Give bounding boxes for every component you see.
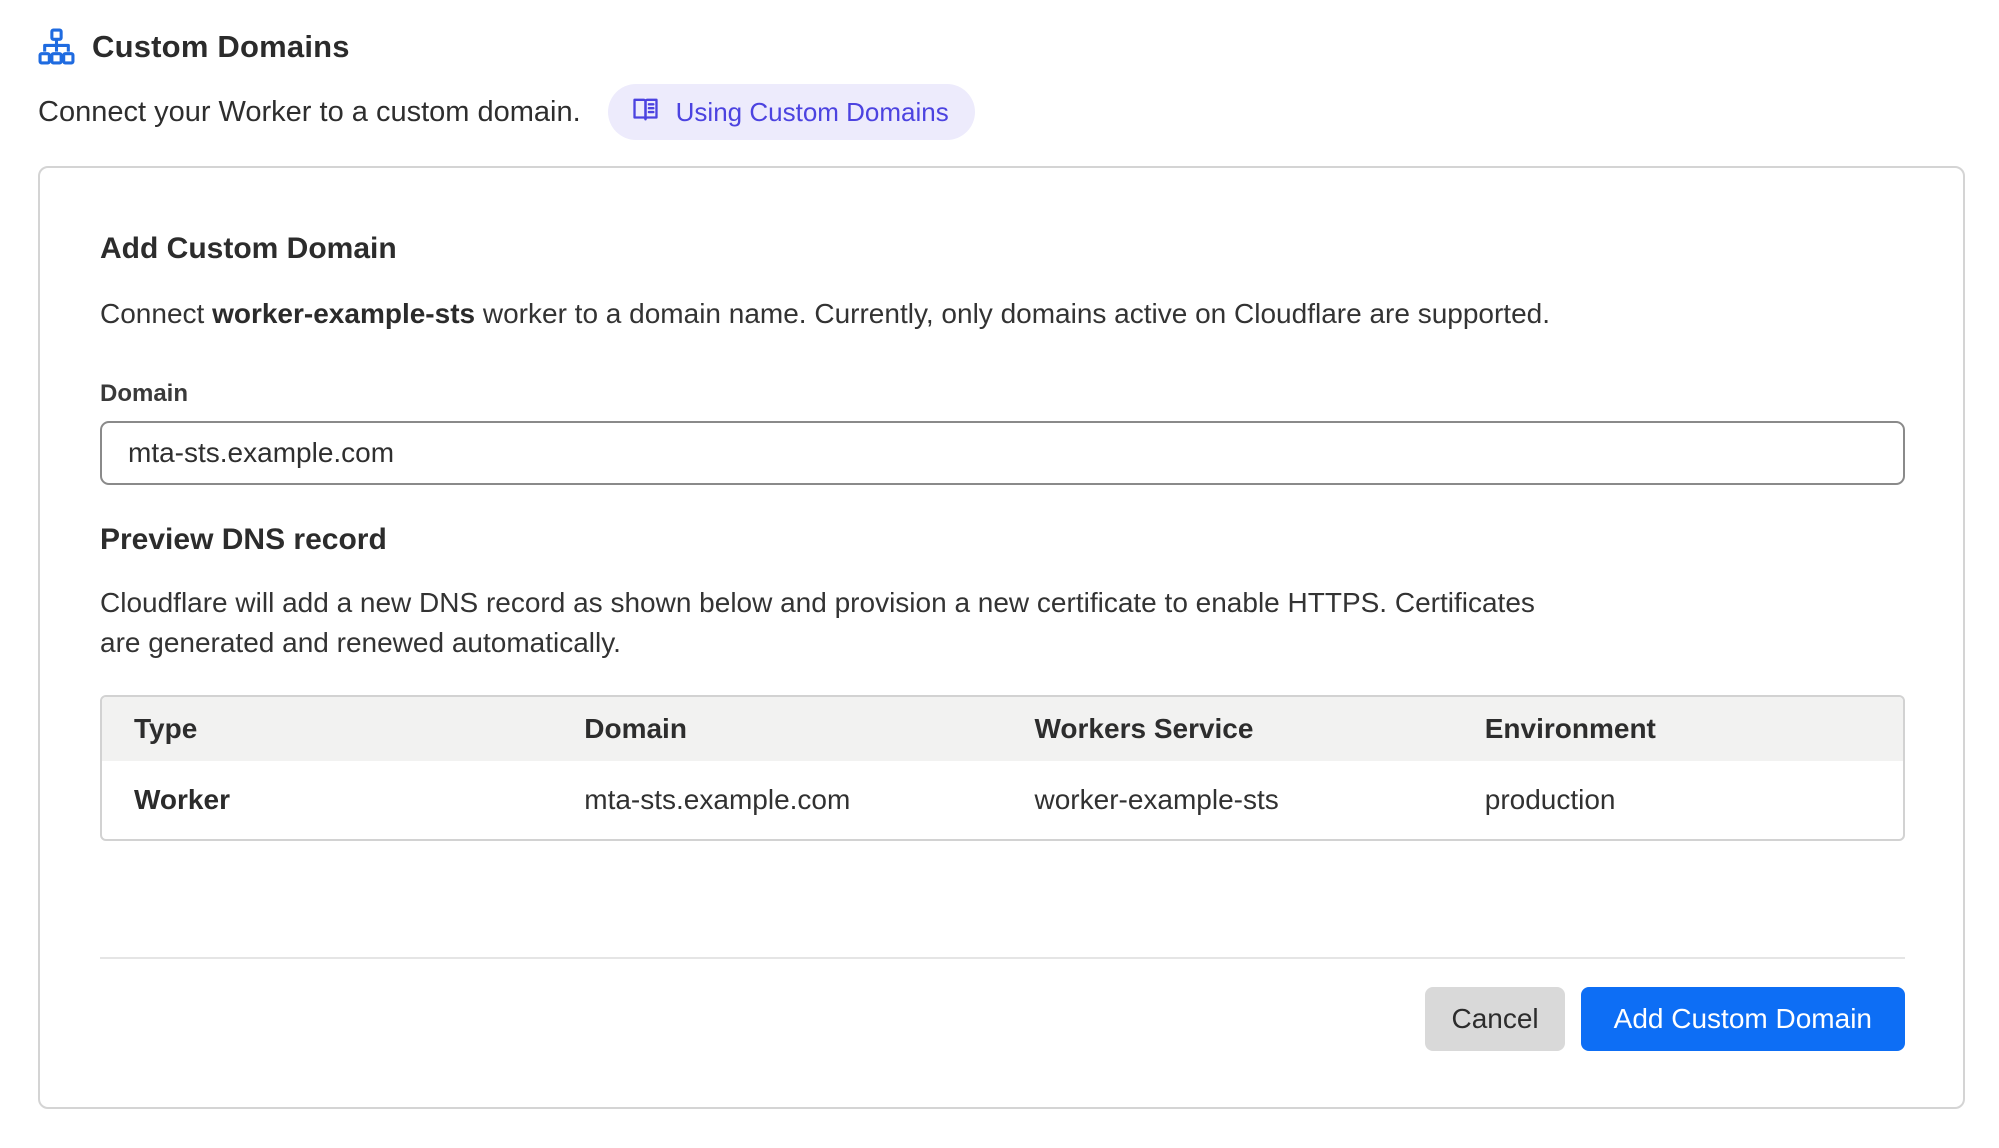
domain-input[interactable] [100, 421, 1905, 485]
dns-preview-table: Type Domain Workers Service Environment … [100, 695, 1905, 841]
page-header: Custom Domains [38, 28, 1965, 65]
worker-name: worker-example-sts [212, 298, 475, 329]
preview-dns-heading: Preview DNS record [100, 523, 1905, 557]
column-header-workers-service: Workers Service [1003, 697, 1453, 761]
cell-type: Worker [102, 761, 552, 839]
footer-divider [100, 957, 1905, 959]
domain-field-label: Domain [100, 380, 1905, 408]
card-description-prefix: Connect [100, 298, 212, 329]
column-header-type: Type [102, 697, 552, 761]
cell-environment: production [1453, 761, 1903, 839]
table-row: Worker mta-sts.example.com worker-exampl… [102, 761, 1903, 839]
card-description-suffix: worker to a domain name. Currently, only… [475, 298, 1550, 329]
docs-link-badge[interactable]: Using Custom Domains [608, 84, 975, 140]
column-header-domain: Domain [552, 697, 1002, 761]
cell-domain: mta-sts.example.com [552, 761, 1002, 839]
cancel-button[interactable]: Cancel [1425, 987, 1564, 1051]
page-title: Custom Domains [92, 29, 350, 65]
card-heading: Add Custom Domain [100, 232, 1905, 266]
cell-workers-service: worker-example-sts [1003, 761, 1453, 839]
open-book-icon [630, 94, 661, 130]
footer-button-row: Cancel Add Custom Domain [100, 987, 1905, 1051]
column-header-environment: Environment [1453, 697, 1903, 761]
add-custom-domain-button[interactable]: Add Custom Domain [1581, 987, 1905, 1051]
page-subtitle: Connect your Worker to a custom domain. [38, 96, 581, 129]
table-header-row: Type Domain Workers Service Environment [102, 697, 1903, 761]
subtitle-row: Connect your Worker to a custom domain. … [38, 84, 1965, 140]
card-description: Connect worker-example-sts worker to a d… [100, 296, 1905, 332]
custom-domains-page: Custom Domains Connect your Worker to a … [0, 0, 1999, 1109]
docs-link-label[interactable]: Using Custom Domains [676, 97, 949, 128]
add-custom-domain-card: Add Custom Domain Connect worker-example… [38, 166, 1965, 1109]
preview-dns-description: Cloudflare will add a new DNS record as … [100, 583, 1560, 663]
sitemap-icon [38, 28, 75, 65]
